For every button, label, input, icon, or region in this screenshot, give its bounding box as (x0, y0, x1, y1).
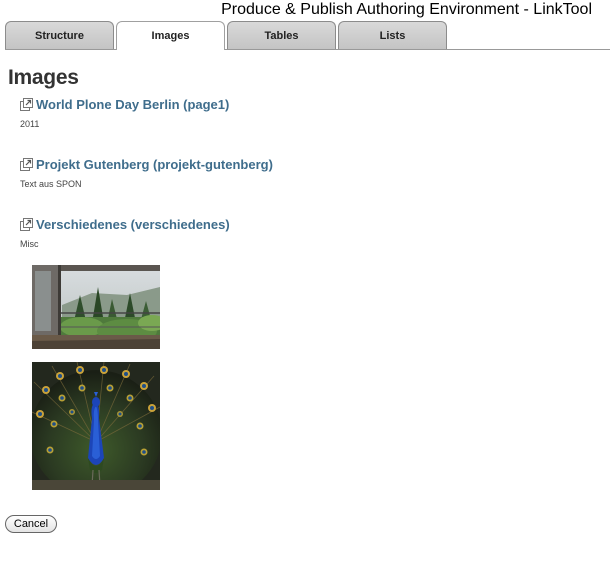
entry-title: Verschiedenes (verschiedenes) (36, 217, 230, 232)
tab-tables[interactable]: Tables (227, 21, 336, 49)
external-link-icon (20, 98, 33, 111)
list-item: Projekt Gutenberg (projekt-gutenberg) Te… (20, 157, 273, 189)
list-item: Verschiedenes (verschiedenes) Misc (20, 217, 230, 249)
entry-link-world-plone-day[interactable]: World Plone Day Berlin (page1) (20, 97, 229, 112)
tab-images[interactable]: Images (116, 21, 225, 50)
entry-description: 2011 (20, 119, 40, 129)
entry-description: Misc (20, 239, 39, 249)
cancel-button[interactable]: Cancel (5, 515, 57, 533)
entry-title: Projekt Gutenberg (projekt-gutenberg) (36, 157, 273, 172)
app-title: Produce & Publish Authoring Environment … (221, 1, 592, 18)
entry-description: Text aus SPON (20, 179, 82, 189)
list-item: World Plone Day Berlin (page1) 2011 (20, 97, 229, 129)
page-title: Images (8, 66, 79, 89)
entry-title: World Plone Day Berlin (page1) (36, 97, 230, 112)
image-thumbnail-peacock[interactable] (32, 362, 160, 490)
tab-bar: Structure Images Tables Lists (5, 21, 610, 50)
entry-link-projekt-gutenberg[interactable]: Projekt Gutenberg (projekt-gutenberg) (20, 157, 273, 172)
external-link-icon (20, 158, 33, 171)
image-thumbnail-forest[interactable] (32, 265, 160, 349)
tab-lists[interactable]: Lists (338, 21, 447, 49)
tab-structure[interactable]: Structure (5, 21, 114, 49)
external-link-icon (20, 218, 33, 231)
entry-link-verschiedenes[interactable]: Verschiedenes (verschiedenes) (20, 217, 230, 232)
